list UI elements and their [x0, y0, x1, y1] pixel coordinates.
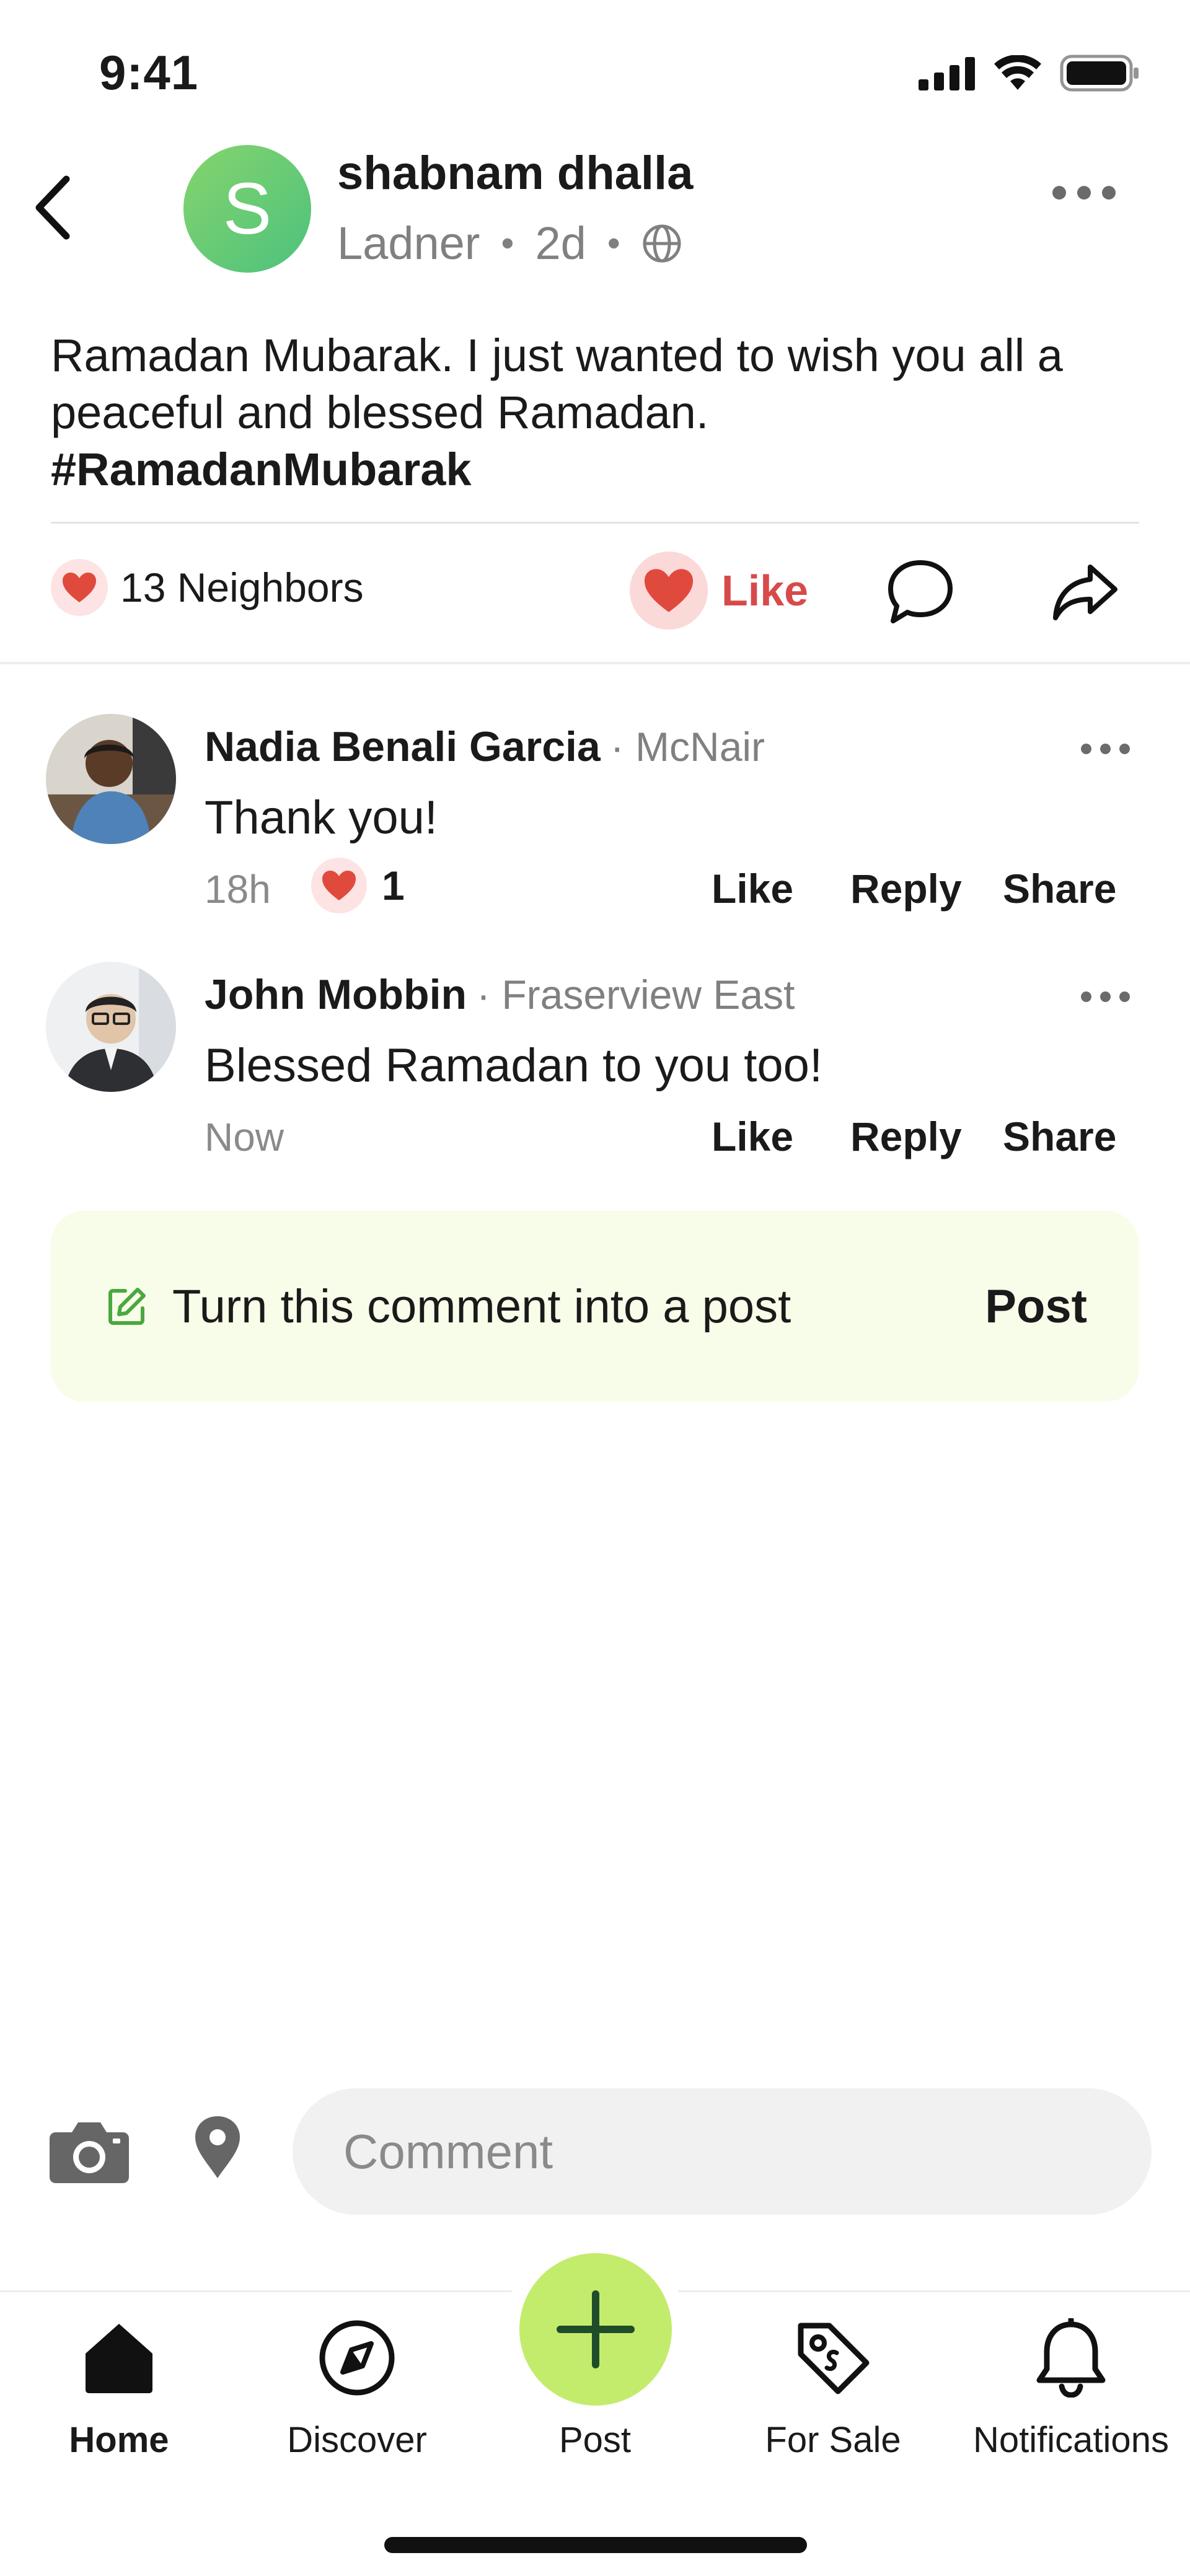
nav-item-discover[interactable]: Discover — [238, 2311, 476, 2461]
cellular-signal-icon — [919, 57, 975, 90]
bell-icon — [1034, 2311, 1108, 2404]
like-button[interactable]: Like — [630, 552, 808, 630]
more-dot — [1119, 744, 1130, 754]
meta-separator: • — [607, 222, 620, 264]
globe-icon — [643, 224, 681, 262]
post-hashtag[interactable]: #RamadanMubarak — [51, 441, 1154, 498]
comment-button[interactable] — [880, 555, 961, 629]
compass-icon — [318, 2311, 396, 2404]
author-avatar[interactable]: S — [183, 145, 311, 273]
speech-bubble-icon — [888, 560, 953, 623]
share-button[interactable] — [1045, 555, 1126, 629]
nav-item-post[interactable]: Post — [476, 2311, 714, 2461]
comment-share-button[interactable]: Share — [1003, 865, 1116, 912]
status-icons — [919, 55, 1140, 92]
commenter-name[interactable]: Nadia Benali Garcia — [205, 723, 601, 771]
heart-icon — [51, 559, 108, 616]
section-divider — [0, 662, 1190, 664]
turn-into-post-text: Turn this comment into a post — [172, 1280, 791, 1333]
like-label: Like — [721, 566, 809, 615]
nav-label-home: Home — [69, 2420, 169, 2460]
comment-like-button[interactable]: Like — [712, 865, 793, 912]
comment-reactions[interactable]: 1 — [311, 858, 405, 913]
camera-icon — [50, 2122, 129, 2183]
comment-header: Nadia Benali Garcia · McNair — [205, 723, 765, 771]
nav-item-home[interactable]: Home — [0, 2311, 238, 2461]
more-dot — [1052, 186, 1066, 200]
comment-time: 18h — [205, 867, 271, 912]
more-dot — [1081, 991, 1091, 1002]
more-dot — [1102, 186, 1116, 200]
post-location[interactable]: Ladner — [337, 217, 480, 270]
reaction-summary[interactable]: 13 Neighbors — [51, 559, 364, 616]
commenter-location: · McNair — [610, 724, 765, 770]
post-body: Ramadan Mubarak. I just wanted to wish y… — [51, 327, 1154, 498]
comment-time: Now — [205, 1115, 284, 1159]
meta-separator: • — [501, 222, 514, 264]
turn-into-post-button[interactable]: Post — [985, 1280, 1087, 1334]
author-name[interactable]: shabnam dhalla — [337, 146, 693, 200]
turn-into-post-card[interactable]: Turn this comment into a post Post — [51, 1211, 1139, 1402]
divider — [51, 522, 1139, 524]
nav-label-discover: Discover — [287, 2420, 427, 2460]
more-dot — [1119, 991, 1130, 1002]
more-dot — [1077, 186, 1091, 200]
comment-more-button[interactable] — [1081, 991, 1130, 1002]
comment-header: John Mobbin · Fraserview East — [205, 970, 795, 1019]
reaction-count-label: 13 Neighbors — [120, 565, 364, 610]
nav-label-post: Post — [558, 2420, 632, 2460]
battery-icon — [1060, 55, 1139, 92]
comment-like-button[interactable]: Like — [712, 1113, 793, 1160]
comment-reply-button[interactable]: Reply — [850, 1113, 962, 1160]
nav-label-for-sale: For Sale — [765, 2420, 901, 2460]
more-dot — [1100, 744, 1111, 754]
post-more-button[interactable] — [1052, 186, 1116, 200]
wifi-icon — [994, 55, 1041, 90]
chevron-left-icon — [35, 175, 70, 240]
status-time: 9:41 — [99, 45, 199, 100]
avatar-photo — [46, 962, 176, 1092]
location-button[interactable] — [183, 2107, 252, 2187]
commenter-name[interactable]: John Mobbin — [205, 970, 467, 1019]
commenter-avatar[interactable] — [46, 962, 176, 1092]
heart-icon — [630, 552, 708, 630]
comment-input[interactable] — [293, 2088, 1152, 2215]
comment-more-button[interactable] — [1081, 744, 1130, 754]
comment-text: Blessed Ramadan to you too! — [205, 1039, 823, 1092]
comment-share-button[interactable]: Share — [1003, 1113, 1116, 1160]
commenter-avatar[interactable] — [46, 714, 176, 844]
comment-text: Thank you! — [205, 791, 438, 844]
home-icon — [82, 2311, 156, 2404]
more-dot — [1081, 744, 1091, 754]
comment-reaction-count: 1 — [382, 863, 405, 908]
avatar-photo — [46, 714, 176, 844]
post-age: 2d — [535, 218, 586, 269]
post-meta: Ladner • 2d • — [337, 217, 682, 270]
comment-reply-button[interactable]: Reply — [850, 865, 962, 912]
post-body-text: Ramadan Mubarak. I just wanted to wish y… — [51, 330, 1063, 438]
camera-button[interactable] — [46, 2113, 133, 2187]
more-dot — [1100, 991, 1111, 1002]
back-button[interactable] — [19, 167, 87, 248]
commenter-location: · Fraserview East — [477, 972, 795, 1018]
share-arrow-icon — [1053, 565, 1117, 620]
nav-label-notifications: Notifications — [973, 2420, 1169, 2460]
map-pin-icon — [195, 2116, 240, 2178]
nav-item-for-sale[interactable]: For Sale — [714, 2311, 952, 2461]
edit-icon — [108, 1288, 146, 1325]
home-indicator[interactable] — [384, 2537, 807, 2553]
nav-item-notifications[interactable]: Notifications — [952, 2311, 1190, 2461]
tag-icon — [793, 2311, 873, 2404]
heart-icon — [311, 858, 367, 913]
